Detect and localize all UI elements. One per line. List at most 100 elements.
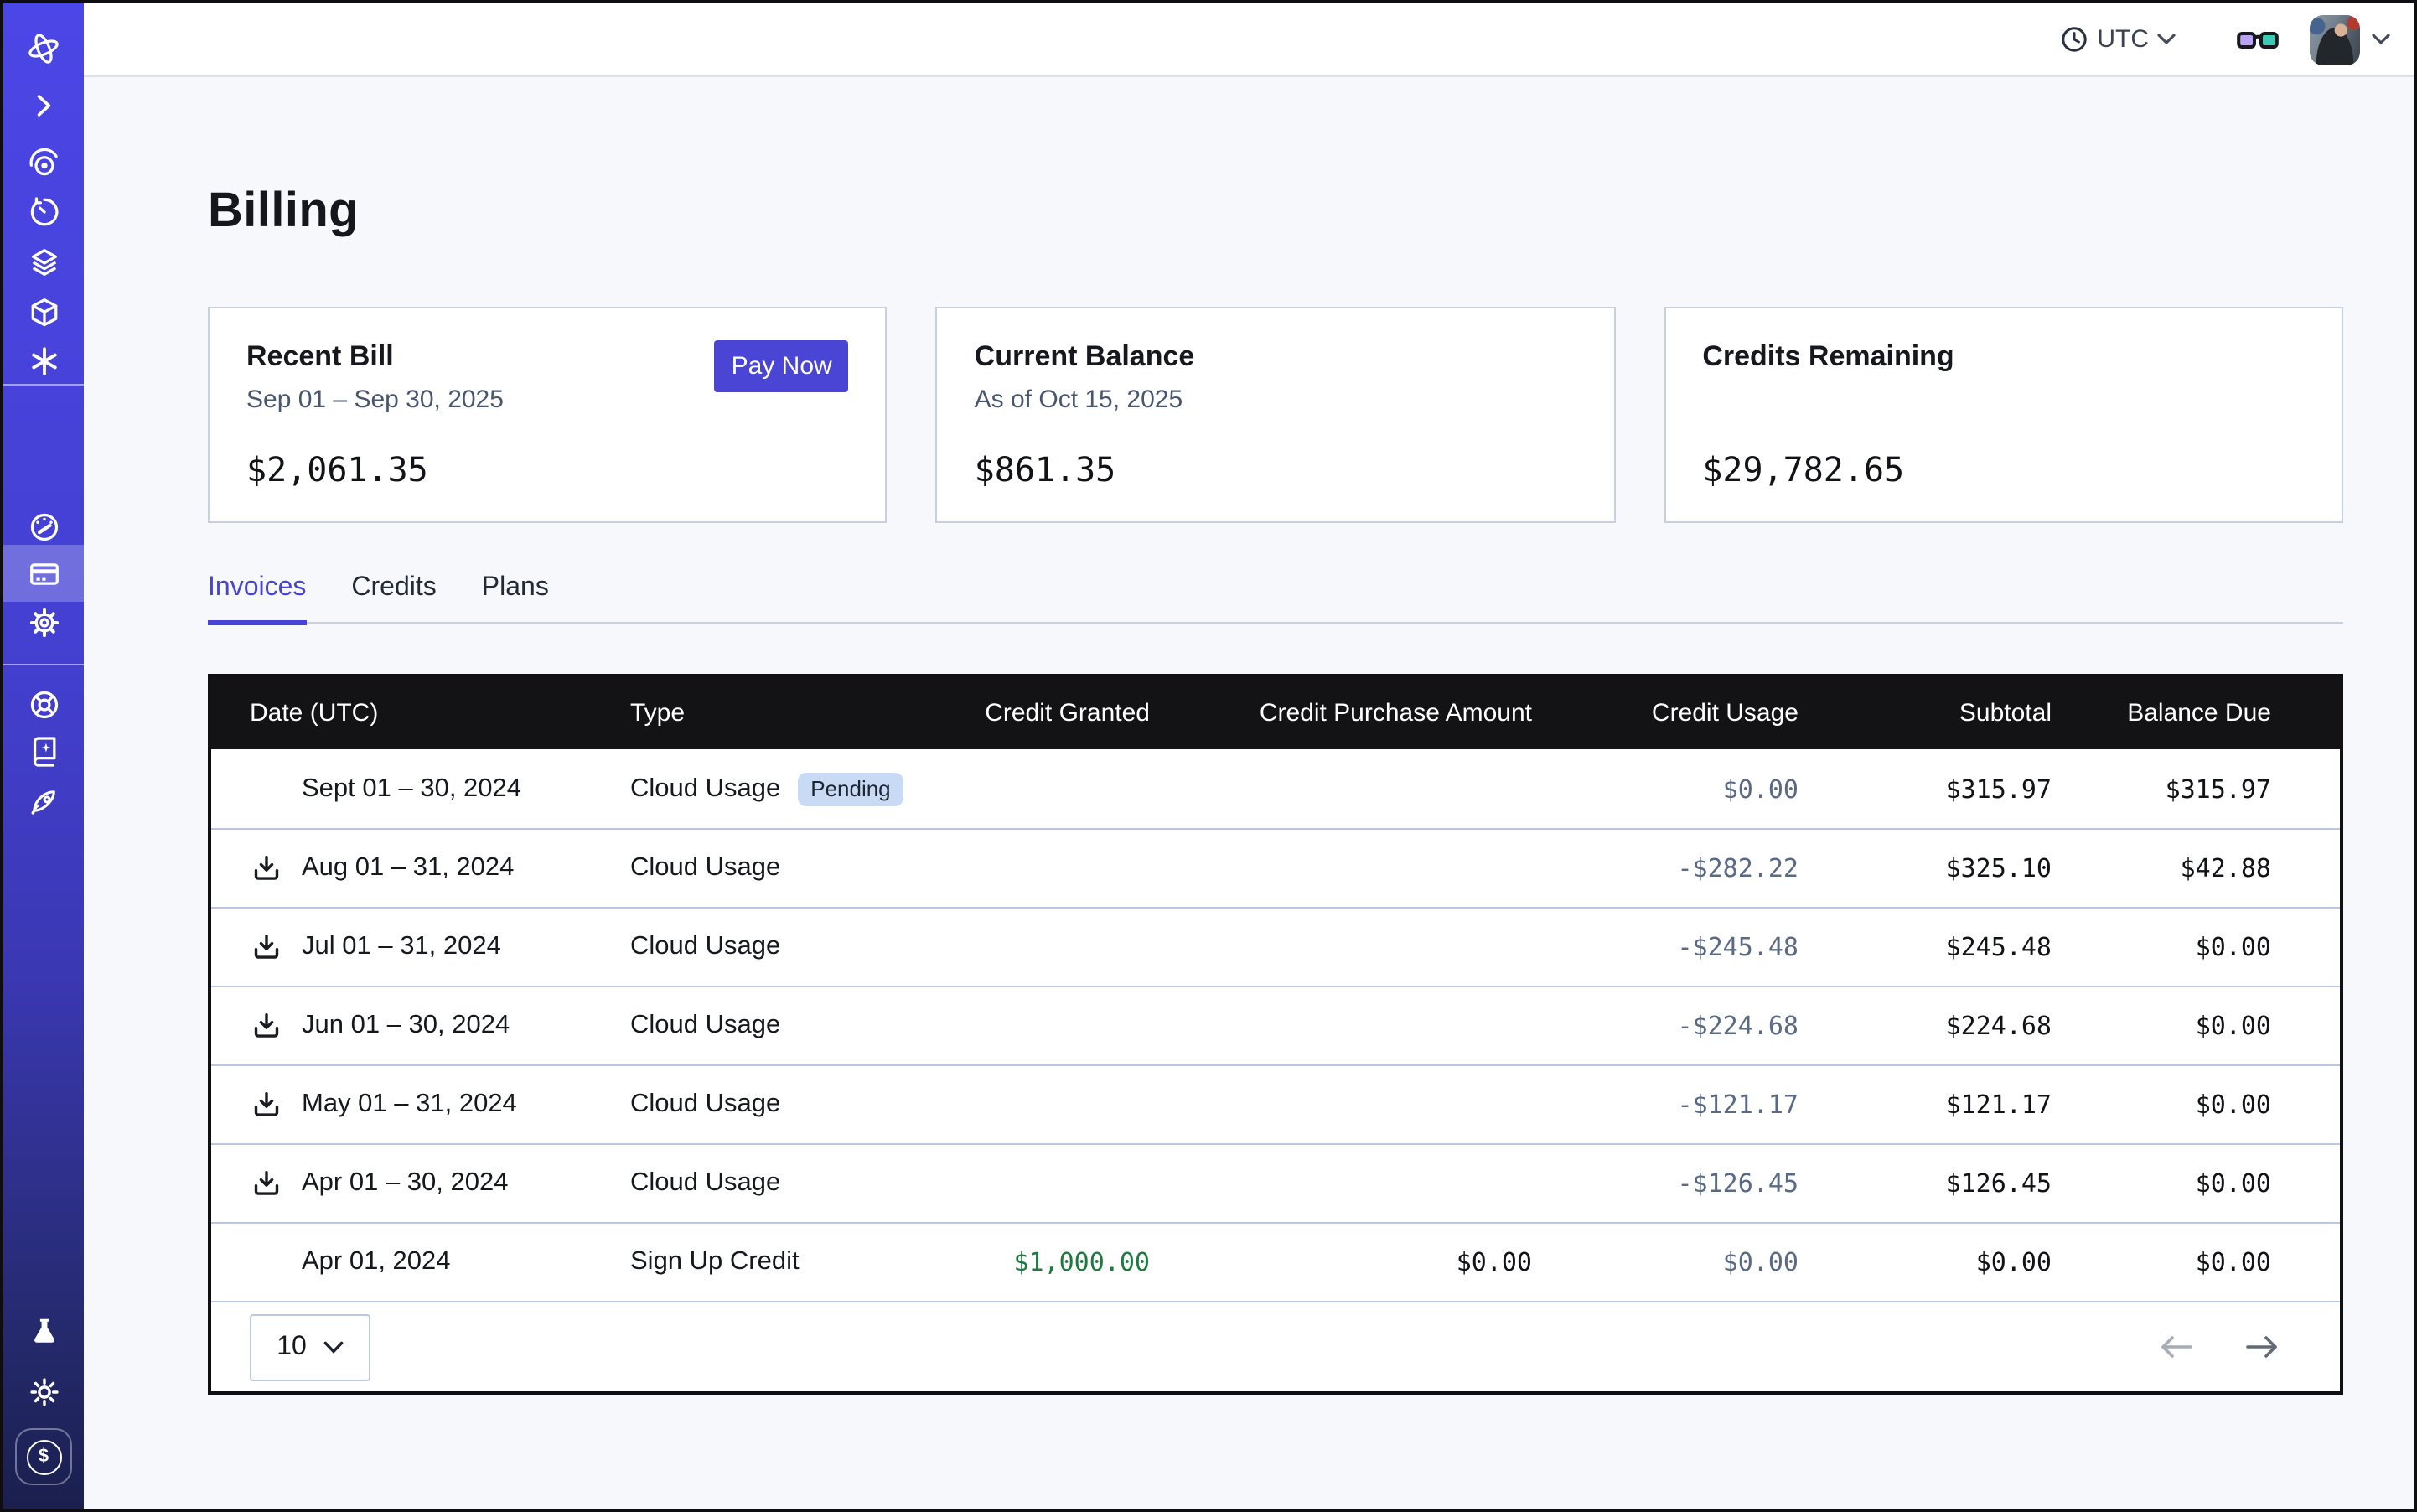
download-invoice-button[interactable] — [250, 852, 283, 885]
table-row: Aug 01 – 31, 2024Cloud Usage-$282.22$325… — [211, 828, 2340, 907]
earn-credits-button[interactable]: $ — [15, 1428, 72, 1485]
download-invoice-button[interactable] — [250, 1009, 283, 1043]
date-cell: Jul 01 – 31, 2024 — [211, 930, 630, 964]
invoice-table: Date (UTC) Type Credit Granted Credit Pu… — [208, 674, 2343, 1395]
sidebar-item-labs[interactable] — [3, 1307, 84, 1354]
invoice-date: Jun 01 – 30, 2024 — [302, 1011, 510, 1041]
column-header: Date (UTC) — [211, 699, 630, 728]
credit-usage-value: -$121.17 — [1532, 1090, 1799, 1120]
glasses-icon[interactable] — [2236, 24, 2280, 54]
download-invoice-button[interactable] — [250, 930, 283, 964]
invoice-type: Cloud Usage — [630, 1168, 780, 1199]
sidebar-item-docs[interactable] — [3, 728, 84, 774]
credit-purchase-value: $0.00 — [1150, 1247, 1532, 1277]
tab-credits[interactable]: Credits — [351, 573, 436, 622]
recent-bill-card: Recent Bill Sep 01 – Sep 30, 2025 $2,061… — [208, 307, 888, 523]
credit-usage-value: -$245.48 — [1532, 932, 1799, 962]
download-slot-empty — [250, 1245, 283, 1279]
invoice-date: Sept 01 – 30, 2024 — [302, 774, 521, 804]
credits-remaining-card: Credits Remaining $29,782.65 — [1664, 307, 2343, 523]
subtotal-value: $224.68 — [1799, 1011, 2052, 1041]
timer-clock-icon — [26, 194, 61, 229]
recent-bill-amount: $2,061.35 — [246, 449, 428, 489]
page-size-select[interactable]: 10 — [250, 1313, 370, 1380]
invoice-table-body: Sept 01 – 30, 2024 Cloud Usage Pending $0.0… — [211, 749, 2340, 1301]
type-cell: Cloud Usage — [630, 1090, 915, 1120]
sidebar-item-settings[interactable] — [3, 598, 84, 645]
previous-page-button[interactable] — [2159, 1334, 2194, 1359]
invoice-date: Jul 01 – 31, 2024 — [302, 932, 501, 962]
table-row: Apr 01, 2024Sign Up Credit$1,000.00$0.00… — [211, 1222, 2340, 1301]
sidebar-item-observability[interactable] — [3, 139, 84, 186]
pay-now-button[interactable]: Pay Now — [715, 340, 849, 392]
download-icon — [251, 1168, 282, 1199]
credits-remaining-amount: $29,782.65 — [1702, 449, 1904, 489]
table-row: Jun 01 – 30, 2024 Cloud Usage -$224.68$224… — [211, 986, 2340, 1064]
table-row: May 01 – 31, 2024Cloud Usage -$121.17$121… — [211, 1064, 2340, 1143]
observe-eye-icon — [26, 145, 61, 180]
sidebar-item-billing[interactable] — [3, 545, 84, 602]
invoice-type: Cloud Usage — [630, 1011, 780, 1041]
summary-cards: Recent Bill Sep 01 – Sep 30, 2025 $2,061… — [208, 307, 2343, 523]
date-cell: Aug 01 – 31, 2024 — [211, 852, 630, 885]
column-header: Type — [630, 699, 915, 728]
date-cell: May 01 – 31, 2024 — [211, 1088, 630, 1121]
download-invoice-button[interactable] — [250, 1167, 283, 1200]
table-row: Jul 01 – 31, 2024Cloud Usage-$245.48$245… — [211, 907, 2340, 986]
type-cell: Cloud Usage — [630, 1168, 915, 1199]
lifebuoy-icon — [26, 686, 61, 722]
invoice-type: Cloud Usage — [630, 853, 780, 883]
column-header: Credit Usage — [1532, 699, 1799, 728]
download-icon — [251, 1090, 282, 1120]
subtotal-value: $121.17 — [1799, 1090, 2052, 1120]
sidebar-item-schedules[interactable] — [3, 188, 84, 235]
sidebar-collapse-toggle[interactable] — [3, 82, 84, 129]
invoice-date: Apr 01, 2024 — [302, 1247, 451, 1277]
table-footer: 10 — [211, 1301, 2340, 1391]
chevron-down-icon — [323, 1340, 344, 1354]
download-slot-empty — [250, 772, 283, 805]
sidebar-item-containers[interactable] — [3, 288, 84, 335]
subtotal-value: $126.45 — [1799, 1168, 2052, 1199]
column-header: Balance Due — [2052, 699, 2271, 728]
theme-toggle[interactable] — [3, 1368, 84, 1415]
tab-plans[interactable]: Plans — [482, 573, 549, 622]
tab-invoices[interactable]: Invoices — [208, 573, 306, 622]
avatar — [2310, 14, 2360, 65]
dollar-seal-icon: $ — [26, 1439, 61, 1474]
balance-due-value: $0.00 — [2052, 1011, 2271, 1041]
page-size-value: 10 — [277, 1332, 307, 1362]
column-header: Credit Granted — [915, 699, 1150, 728]
pending-badge: Pending — [797, 772, 903, 805]
credit-card-icon — [26, 556, 61, 591]
user-menu[interactable] — [2310, 14, 2390, 65]
chevron-right-icon — [27, 89, 60, 122]
type-cell: Sign Up Credit — [630, 1247, 915, 1277]
invoice-type: Sign Up Credit — [630, 1247, 800, 1277]
credit-usage-value: -$126.45 — [1532, 1168, 1799, 1199]
download-invoice-button[interactable] — [250, 1088, 283, 1121]
credit-usage-value: -$224.68 — [1532, 1011, 1799, 1041]
invoice-type: Cloud Usage — [630, 774, 780, 804]
sidebar-item-support[interactable] — [3, 681, 84, 728]
next-page-button[interactable] — [2244, 1334, 2280, 1359]
arrow-left-icon — [2159, 1334, 2194, 1359]
column-header: Subtotal — [1799, 699, 2052, 728]
sidebar-item-usage[interactable] — [3, 503, 84, 550]
page-title: Billing — [208, 184, 2343, 240]
sidebar-item-getting-started[interactable] — [3, 778, 84, 825]
chevron-down-icon — [2372, 34, 2390, 45]
invoice-date: Apr 01 – 30, 2024 — [302, 1168, 509, 1199]
cube-icon — [26, 294, 61, 329]
sun-icon — [26, 1374, 61, 1409]
date-cell: Apr 01 – 30, 2024 — [211, 1167, 630, 1200]
invoice-table-header: Date (UTC) Type Credit Granted Credit Pu… — [211, 677, 2340, 749]
rocket-icon — [26, 784, 61, 819]
balance-due-value: $0.00 — [2052, 1090, 2271, 1120]
sidebar-item-secrets[interactable] — [3, 337, 84, 384]
credit-usage-value: $0.00 — [1532, 1247, 1799, 1277]
timezone-selector[interactable]: UTC — [2060, 25, 2176, 54]
download-icon — [251, 1011, 282, 1041]
sidebar-item-layers[interactable] — [3, 238, 84, 285]
sidebar-item-logo[interactable] — [3, 25, 84, 72]
